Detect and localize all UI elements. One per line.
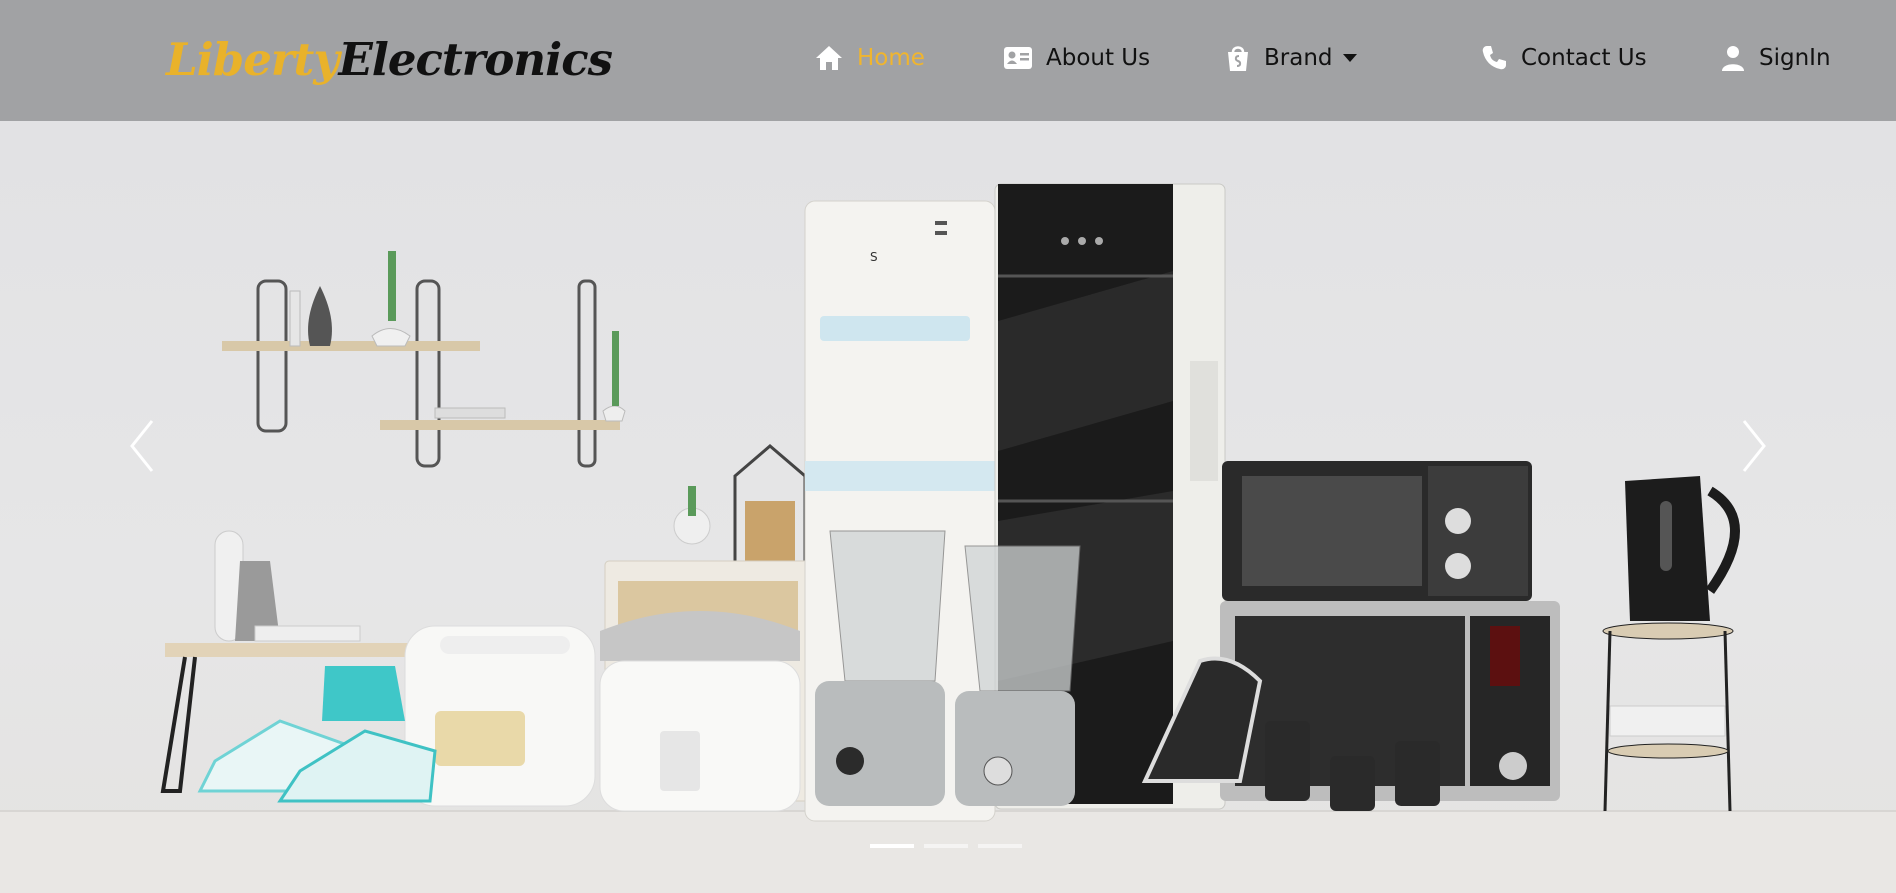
logo-text-liberty: Liberty	[166, 33, 339, 86]
nav-link-contact[interactable]: Contact Us	[1481, 38, 1647, 78]
rice-cookers	[404, 611, 801, 812]
nav-link-home[interactable]: Home	[815, 38, 925, 78]
carousel-indicator-3[interactable]	[978, 844, 1022, 848]
nav-label-home: Home	[857, 45, 925, 71]
carousel-indicators	[870, 844, 1022, 848]
carousel-indicator-2[interactable]	[924, 844, 968, 848]
nav-label-about: About Us	[1046, 45, 1151, 71]
carousel-next-button[interactable]	[1728, 411, 1778, 481]
user-icon	[1722, 46, 1744, 71]
navbar: LibertyElectronics Home About Us Brand C…	[0, 0, 1896, 121]
nav-label-signin: SignIn	[1759, 45, 1831, 71]
chevron-right-icon	[1742, 420, 1766, 472]
nav-link-about[interactable]: About Us	[1004, 38, 1150, 78]
steam-irons	[197, 666, 437, 803]
phone-icon	[1482, 46, 1506, 70]
home-icon	[816, 46, 842, 70]
hero-image: S	[0, 183, 1896, 893]
hero-carousel: S	[0, 121, 1896, 893]
nav-label-brand: Brand	[1264, 45, 1333, 71]
id-card-icon	[1004, 47, 1032, 69]
shopping-bag-icon	[1228, 46, 1248, 71]
chevron-left-icon	[130, 420, 154, 472]
svg-text:S: S	[870, 250, 878, 264]
brand-logo[interactable]: LibertyElectronics	[166, 30, 613, 90]
logo-text-electronics: Electronics	[338, 33, 612, 86]
nav-label-contact: Contact Us	[1521, 45, 1647, 71]
caret-down-icon	[1342, 54, 1357, 62]
electric-kettle	[1602, 476, 1740, 812]
wall-shelves	[222, 251, 626, 468]
carousel-indicator-1[interactable]	[870, 844, 914, 848]
nav-dropdown-brand[interactable]: Brand	[1226, 38, 1357, 78]
nav-link-signin[interactable]: SignIn	[1721, 38, 1831, 78]
carousel-prev-button[interactable]	[118, 411, 168, 481]
